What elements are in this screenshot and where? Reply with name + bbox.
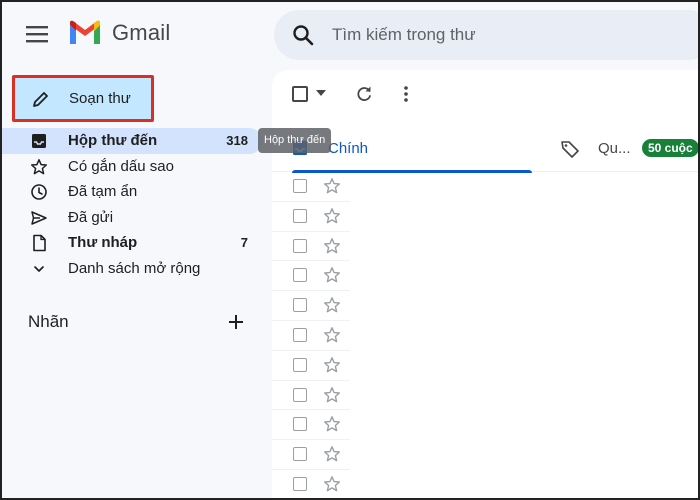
email-row[interactable] [272,470,350,500]
sidebar-item-label: Đã gửi [68,208,114,226]
sidebar-item-label: Thư nháp [68,234,138,252]
row-checkbox[interactable] [293,476,307,491]
sidebar-item-label: Danh sách mở rộng [68,259,201,277]
more-vert-icon[interactable] [402,84,410,104]
gmail-m-logo [70,20,100,44]
sidebar-item-label: Có gắn dấu sao [68,157,174,175]
row-checkbox[interactable] [293,208,307,223]
labels-header: Nhãn [28,312,69,331]
hamburger-menu-icon[interactable] [26,24,48,44]
email-row[interactable] [272,381,350,411]
refresh-icon[interactable] [354,84,374,104]
tab-label: Chính [328,140,369,157]
gmail-logo[interactable]: Gmail [68,20,170,46]
search-bar[interactable] [274,10,700,60]
draft-icon [33,234,46,252]
app-name: Gmail [112,20,171,45]
row-checkbox[interactable] [293,387,307,402]
row-checkbox[interactable] [293,179,307,193]
row-checkbox[interactable] [293,238,307,253]
star-icon[interactable] [323,445,341,463]
clock-icon [31,184,47,200]
sidebar-nav: Hộp thư đến 318 Có gắn dấu sao Đã tạm ẩn… [0,128,262,281]
send-icon [31,210,47,225]
chevron-down-icon [34,265,44,272]
star-icon[interactable] [323,237,341,255]
search-input[interactable] [332,24,632,46]
search-icon[interactable] [292,24,314,46]
sidebar-item-starred[interactable]: Có gắn dấu sao [0,154,262,180]
sidebar-item-inbox[interactable]: Hộp thư đến 318 [0,128,262,154]
select-all-checkbox[interactable] [292,86,308,102]
star-icon[interactable] [323,207,341,225]
star-icon[interactable] [323,326,341,344]
tab-promotions[interactable]: Qu... 50 cuộc [554,124,700,172]
email-row[interactable] [272,291,350,321]
new-count-badge: 50 cuộc [642,139,699,157]
sidebar-item-snoozed[interactable]: Đã tạm ẩn [0,179,262,205]
inbox-tooltip: Hộp thư đến [258,128,332,153]
star-icon[interactable] [323,177,341,195]
draft-count: 7 [240,235,248,251]
plus-icon[interactable] [226,312,246,332]
sidebar-item-drafts[interactable]: Thư nháp 7 [0,230,262,256]
email-row[interactable] [272,440,350,470]
star-icon[interactable] [323,266,341,284]
tag-icon [561,141,579,158]
star-icon[interactable] [323,356,341,374]
category-tabs: Chính Qu... 50 cuộc [272,124,700,173]
star-icon [30,158,48,174]
caret-down-icon[interactable] [316,90,326,96]
pencil-icon [33,91,48,107]
compose-button[interactable]: Soạn thư [12,75,154,122]
row-checkbox[interactable] [293,357,307,372]
compose-label: Soạn thư [69,90,131,107]
star-icon[interactable] [323,415,341,433]
star-icon[interactable] [323,386,341,404]
email-row[interactable] [272,410,350,441]
message-list-panel: Chính Qu... 50 cuộc [272,70,700,500]
star-icon[interactable] [323,475,341,493]
unread-count: 318 [226,133,248,149]
row-checkbox[interactable] [293,298,307,313]
email-row[interactable] [272,232,350,262]
sidebar-item-label: Hộp thư đến [68,132,158,150]
email-row[interactable] [272,351,350,381]
email-row[interactable] [272,202,350,232]
star-icon[interactable] [323,296,341,314]
inbox-icon [32,134,46,148]
email-list [272,172,350,500]
row-checkbox[interactable] [293,417,307,432]
tab-label: Qu... [598,140,631,157]
sidebar-item-sent[interactable]: Đã gửi [0,205,262,231]
email-row[interactable] [272,321,350,351]
sidebar-item-more[interactable]: Danh sách mở rộng [0,256,262,282]
email-row[interactable] [272,172,350,202]
row-checkbox[interactable] [293,447,307,462]
row-checkbox[interactable] [293,268,307,283]
email-row[interactable] [272,261,350,292]
row-checkbox[interactable] [293,327,307,342]
sidebar-item-label: Đã tạm ẩn [68,183,138,201]
